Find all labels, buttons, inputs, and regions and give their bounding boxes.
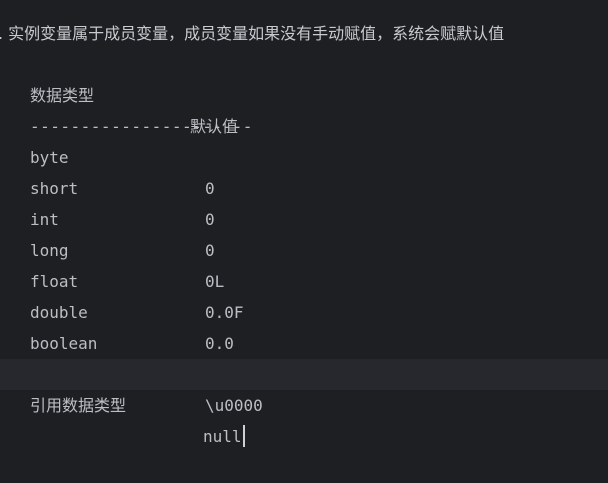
row-type: 引用数据类型: [30, 396, 127, 415]
comment-heading: . 实例变量属于成员变量，成员变量如果没有手动赋值，系统会赋默认值: [0, 24, 505, 43]
row-value: \u0000: [205, 396, 263, 415]
table-divider-row: ----------------------: [0, 80, 608, 136]
table-row: int 0: [0, 173, 608, 260]
table-row: short 0: [0, 142, 608, 229]
current-line-row[interactable]: 引用数据类型 null: [0, 359, 608, 447]
row-value-with-caret: null: [203, 421, 245, 452]
table-row: long 0L: [0, 204, 608, 291]
text-caret: [242, 425, 245, 447]
table-row: byte 0: [0, 111, 608, 198]
row-value: null: [203, 427, 242, 446]
code-editor[interactable]: . 实例变量属于成员变量，成员变量如果没有手动赋值，系统会赋默认值 数据类型 默…: [0, 0, 608, 447]
table-row: char \u0000: [0, 328, 608, 415]
table-row: boolean false: [0, 297, 608, 384]
table-row: float 0.0F: [0, 235, 608, 322]
table-header-row: 数据类型 默认值: [0, 49, 608, 136]
table-row: double 0.0: [0, 266, 608, 353]
